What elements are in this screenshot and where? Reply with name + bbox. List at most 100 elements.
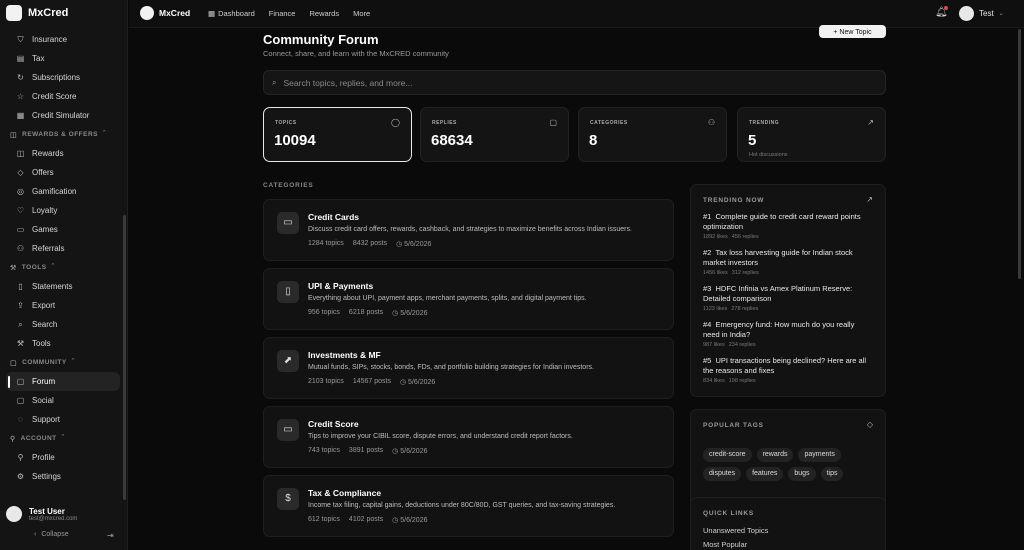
last-activity: ◷ 5/6/2026	[396, 240, 431, 248]
logo-icon	[140, 6, 154, 20]
user-email: test@mxcred.com	[29, 515, 78, 522]
user-name: Test	[979, 9, 994, 18]
sidebar-item-forum[interactable]: ▢ Forum	[6, 372, 120, 391]
category-card-upi-payments[interactable]: ▯ UPI & Payments Everything about UPI, p…	[263, 268, 674, 330]
search-input[interactable]	[283, 77, 844, 88]
replies-count: 456 replies	[731, 234, 759, 240]
sidebar-item-statements[interactable]: ▯ Statements	[0, 277, 128, 296]
quick-link-most-popular[interactable]: Most Popular	[703, 540, 747, 549]
sidebar-item-tax[interactable]: ▤ Tax	[0, 49, 128, 68]
sidebar-item-label: Loyalty	[32, 206, 58, 215]
logo-icon	[6, 5, 22, 21]
sidebar-user[interactable]: Test User test@mxcred.com	[6, 506, 77, 522]
category-title: Credit Score	[308, 419, 359, 429]
section-account[interactable]: ⚲ ACCOUNT ˆ	[0, 429, 128, 448]
nav-dashboard[interactable]: ▦ Dashboard	[208, 9, 255, 18]
tag-chip[interactable]: tips	[820, 467, 844, 481]
trending-item[interactable]: #4 Emergency fund: How much do you reall…	[703, 320, 873, 348]
sidebar-item-insurance[interactable]: ⛉ Insurance	[0, 30, 128, 49]
trending-item[interactable]: #2 Tax loss harvesting guide for Indian …	[703, 248, 873, 276]
category-description: Income tax filing, capital gains, deduct…	[308, 502, 616, 509]
sidebar-item-games[interactable]: ▭ Games	[0, 220, 128, 239]
main-content: + New Topic Community Forum Connect, sha…	[129, 25, 1024, 550]
panel-title: QUICK LINKS	[703, 510, 755, 517]
sidebar-item-export[interactable]: ⇪ Export	[0, 296, 128, 315]
trending-item[interactable]: #1 Complete guide to credit card reward …	[703, 212, 873, 240]
sidebar-item-offers[interactable]: ◇ Offers	[0, 163, 128, 182]
category-description: Everything about UPI, payment apps, merc…	[308, 295, 587, 302]
grid-icon: ▦	[208, 9, 216, 18]
sidebar-item-label: Subscriptions	[32, 73, 81, 82]
sidebar-item-social[interactable]: ▢ Social	[0, 391, 128, 410]
logout-icon[interactable]: ⇥	[107, 531, 114, 540]
tag-icon: ◇	[17, 168, 24, 177]
stat-categories[interactable]: CATEGORIES 8 ⚇	[578, 107, 727, 162]
stat-replies[interactable]: REPLIES 68634 ▢	[420, 107, 569, 162]
last-activity-date: 5/6/2026	[400, 517, 428, 524]
category-title: Credit Cards	[308, 212, 360, 222]
user-menu[interactable]: Test ⌄	[959, 6, 1004, 21]
sidebar-item-support[interactable]: ◌ Support	[0, 410, 128, 429]
sidebar-item-label: Insurance	[32, 35, 68, 44]
tag-chip[interactable]: disputes	[703, 467, 742, 481]
collapse-button[interactable]: ‹ Collapse	[34, 531, 69, 538]
quick-link-unanswered[interactable]: Unanswered Topics	[703, 526, 768, 535]
sidebar-item-credit-simulator[interactable]: ▦ Credit Simulator	[0, 106, 128, 125]
stat-value: 10094	[274, 132, 316, 149]
nav-more[interactable]: More	[353, 9, 370, 18]
chevron-up-icon: ˆ	[103, 131, 106, 138]
heart-icon: ♡	[16, 206, 25, 215]
category-meta: 743 topics 3891 posts ◷ 5/6/2026	[308, 447, 427, 455]
trending-title: #4 Emergency fund: How much do you reall…	[703, 320, 873, 340]
tag-chip[interactable]: credit-score	[703, 448, 752, 462]
trending-meta: 1892 likes 456 replies	[703, 234, 873, 240]
section-rewards-offers[interactable]: ◫ REWARDS & OFFERS ˆ	[0, 125, 128, 144]
chevron-left-icon: ‹	[34, 531, 37, 538]
stat-topics[interactable]: TOPICS 10094 ◯	[263, 107, 412, 162]
sidebar-item-search[interactable]: ⌕ Search	[0, 315, 128, 334]
sidebar-item-label: Forum	[32, 377, 56, 386]
nav-finance[interactable]: Finance	[269, 9, 296, 18]
chat-icon: ▢	[16, 377, 25, 386]
sidebar-brand[interactable]: MxCred	[6, 5, 68, 21]
category-card-investments[interactable]: ⬈ Investments & MF Mutual funds, SIPs, s…	[263, 337, 674, 399]
topbar-brand[interactable]: MxCred	[140, 6, 190, 20]
category-card-tax-compliance[interactable]: $ Tax & Compliance Income tax filing, ca…	[263, 475, 674, 537]
trending-title: #5 UPI transactions being declined? Here…	[703, 356, 873, 376]
new-topic-button[interactable]: + New Topic	[819, 25, 886, 38]
sidebar-item-settings[interactable]: ⚙ Settings	[0, 467, 128, 486]
stat-value: 8	[589, 132, 598, 149]
sidebar-item-label: Games	[32, 225, 58, 234]
sidebar-item-subscriptions[interactable]: ↻ Subscriptions	[0, 68, 128, 87]
tag-chip[interactable]: payments	[798, 448, 841, 462]
last-activity: ◷ 5/6/2026	[392, 516, 427, 524]
sidebar-item-profile[interactable]: ⚲ Profile	[0, 448, 128, 467]
users-icon: ⚇	[16, 244, 25, 253]
sidebar-item-loyalty[interactable]: ♡ Loyalty	[0, 201, 128, 220]
category-card-credit-score[interactable]: ▭ Credit Score Tips to improve your CIBI…	[263, 406, 674, 468]
sidebar-scrollbar[interactable]	[123, 215, 126, 500]
trending-item[interactable]: #5 UPI transactions being declined? Here…	[703, 356, 873, 384]
sidebar-item-referrals[interactable]: ⚇ Referrals	[0, 239, 128, 258]
tag-chip[interactable]: features	[746, 467, 784, 481]
main-scrollbar[interactable]	[1018, 29, 1021, 279]
search-box[interactable]: ⌕	[263, 70, 886, 95]
brand-name: MxCred	[28, 7, 69, 19]
trending-up-icon: ↗	[867, 118, 874, 127]
sidebar-item-credit-score[interactable]: ☆ Credit Score	[0, 87, 128, 106]
stat-value: 68634	[431, 132, 473, 149]
section-tools[interactable]: ⚒ TOOLS ˆ	[0, 258, 128, 277]
sidebar-item-gamification[interactable]: ◎ Gamification	[0, 182, 128, 201]
tag-chip[interactable]: rewards	[756, 448, 794, 462]
trending-item[interactable]: #3 HDFC Infinia vs Amex Platinum Reserve…	[703, 284, 873, 312]
tag-chip[interactable]: bugs	[788, 467, 816, 481]
sidebar-item-tools[interactable]: ⚒ Tools	[0, 334, 128, 353]
sidebar-item-rewards[interactable]: ◫ Rewards	[0, 144, 128, 163]
nav-rewards[interactable]: Rewards	[309, 9, 339, 18]
category-card-credit-cards[interactable]: ▭ Credit Cards Discuss credit card offer…	[263, 199, 674, 261]
stat-trending[interactable]: TRENDING 5 Hot discussions ↗	[737, 107, 886, 162]
gift-icon: ◫	[10, 131, 18, 139]
trending-text: Complete guide to credit card reward poi…	[703, 212, 861, 231]
section-community[interactable]: ▢ COMMUNITY ˆ	[0, 353, 128, 372]
replies-count: 198 replies	[728, 378, 756, 384]
